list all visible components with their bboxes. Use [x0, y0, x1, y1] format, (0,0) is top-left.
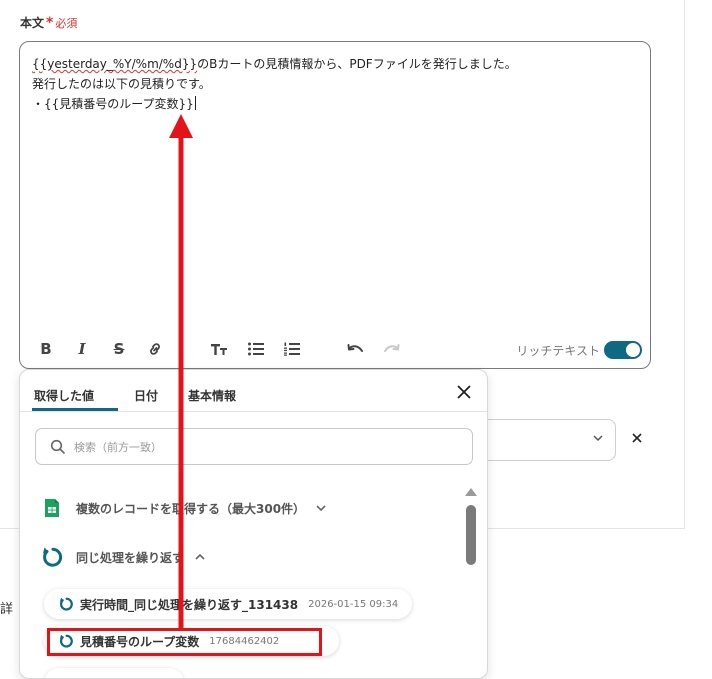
font-size-icon	[211, 344, 227, 355]
redo-icon	[384, 344, 400, 352]
text-caret	[194, 96, 196, 110]
panel-right-border	[684, 0, 685, 528]
chevron-up-icon	[194, 551, 206, 563]
italic-icon: I	[78, 340, 86, 358]
strikethrough-icon: S	[113, 340, 125, 358]
search-box	[35, 428, 473, 465]
editor-line-1: {{yesterday_%Y/%m/%d}}のBカートの見積情報から、PDFファ…	[32, 54, 638, 74]
field-label-body: 本文 * 必須	[20, 14, 77, 31]
value-chip-value: 2026-01-15 09:34	[308, 598, 399, 610]
tab-fetched-values[interactable]: 取得した値	[34, 387, 94, 404]
rich-text-label: リッチテキスト	[516, 344, 600, 358]
popup-tabs: 取得した値 日付 基本情報	[20, 370, 487, 412]
editor-line-3: ・{{見積番号のループ変数}}	[32, 94, 638, 114]
chevron-down-icon	[593, 435, 603, 442]
loop-icon	[40, 545, 64, 569]
value-chip-name: 実行時間_同じ処理を繰り返す_131438	[80, 597, 299, 612]
link-button[interactable]	[143, 338, 167, 360]
redo-button[interactable]	[380, 338, 404, 360]
search-input[interactable]	[72, 435, 452, 459]
bullet-list-icon	[248, 342, 264, 356]
required-star: *	[46, 15, 54, 31]
bold-icon: B	[40, 340, 52, 358]
undo-button[interactable]	[343, 338, 367, 360]
bold-button[interactable]: B	[34, 338, 58, 360]
group-repeat-process-label: 同じ処理を繰り返す	[76, 550, 185, 565]
numbered-list-icon	[284, 342, 300, 356]
close-icon	[632, 433, 642, 443]
search-icon	[50, 439, 65, 454]
google-sheets-icon	[40, 498, 64, 518]
rich-text-toggle[interactable]	[604, 341, 642, 359]
editor-line-1-text: のBカートの見積情報から、PDFファイルを発行しました。	[197, 57, 517, 71]
value-chip-exec-time[interactable]: 実行時間_同じ処理を繰り返す_131438 2026-01-15 09:34	[44, 589, 413, 619]
scroll-up-arrow-icon[interactable]	[465, 488, 477, 496]
editor-content[interactable]: {{yesterday_%Y/%m/%d}}のBカートの見積情報から、PDFファ…	[32, 54, 638, 114]
group-get-records-label: 複数のレコードを取得する（最大300件）	[76, 501, 306, 516]
link-icon	[150, 343, 160, 355]
loop-icon	[58, 596, 74, 612]
background-select[interactable]	[480, 419, 616, 461]
popup-close-button[interactable]	[456, 384, 472, 404]
chevron-down-icon	[315, 502, 327, 514]
popup-scrollbar[interactable]	[465, 488, 477, 678]
close-icon	[457, 385, 471, 399]
annotation-highlight-box	[47, 628, 322, 656]
tab-basic-info[interactable]: 基本情報	[188, 387, 236, 404]
strikethrough-button[interactable]: S	[107, 338, 131, 360]
editor-line-2: 発行したのは以下の見積りです。	[32, 77, 211, 91]
tab-date[interactable]: 日付	[134, 387, 158, 404]
editor-line-3-text: ・{{見積番号のループ変数}}	[32, 97, 194, 111]
active-tab-indicator	[32, 408, 118, 411]
field-label-text: 本文	[20, 16, 45, 30]
body-editor[interactable]: {{yesterday_%Y/%m/%d}}のBカートの見積情報から、PDFファ…	[19, 41, 651, 369]
scroll-thumb[interactable]	[466, 505, 476, 565]
italic-button[interactable]: I	[70, 338, 94, 360]
value-chip-partial[interactable]	[44, 668, 184, 678]
editor-toolbar: B I S リッチテキスト	[20, 332, 650, 368]
font-size-button[interactable]	[207, 338, 231, 360]
undo-icon	[347, 344, 363, 352]
group-get-records[interactable]: 複数のレコードを取得する（最大300件）	[40, 495, 327, 521]
editor-variable: {{yesterday_%Y/%m/%d}}	[32, 57, 198, 71]
required-text: 必須	[55, 17, 78, 30]
partial-label: 詳	[0, 602, 14, 617]
background-remove-button[interactable]	[630, 430, 644, 449]
bullet-list-button[interactable]	[244, 338, 268, 360]
numbered-list-button[interactable]	[280, 338, 304, 360]
group-repeat-process[interactable]: 同じ処理を繰り返す	[40, 544, 206, 570]
